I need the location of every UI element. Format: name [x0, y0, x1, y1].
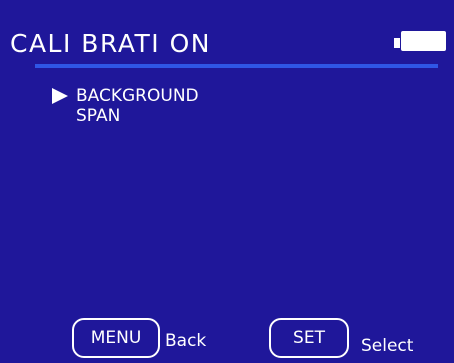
- battery-terminal: [394, 38, 400, 48]
- header-divider: [35, 64, 438, 68]
- menu-item-label: BACKGROUND: [76, 86, 199, 106]
- selection-arrow-icon: [52, 88, 68, 104]
- set-button-action-label: Select: [361, 336, 414, 356]
- set-button[interactable]: SET: [269, 318, 349, 358]
- header-bar: CALI BRATI ON: [0, 0, 454, 64]
- menu-button-action-label: Back: [165, 331, 207, 351]
- battery-icon: [394, 31, 450, 55]
- battery-level-fill: [401, 31, 446, 51]
- softkey-bar: MENU Back SET Select: [0, 314, 454, 363]
- page-title: CALI BRATI ON: [10, 29, 211, 58]
- device-screen: CALI BRATI ON BACKGROUND SPAN MENU Back …: [0, 0, 454, 363]
- menu-item-label: SPAN: [76, 106, 121, 126]
- menu-button[interactable]: MENU: [72, 318, 160, 358]
